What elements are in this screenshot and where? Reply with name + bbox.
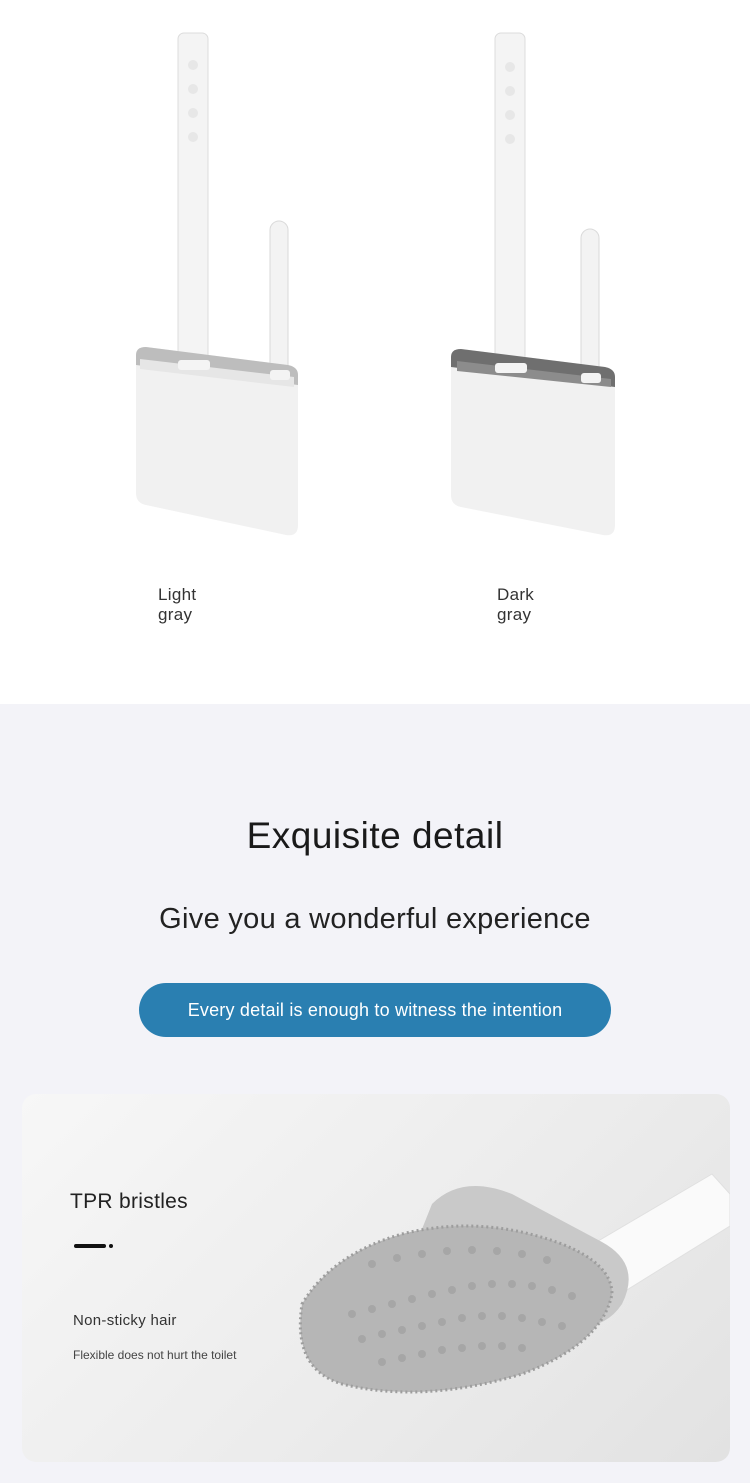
divider-dash	[74, 1244, 106, 1248]
variant-label-light-gray[interactable]: Light gray	[158, 585, 218, 625]
section-title: Exquisite detail	[246, 815, 504, 856]
moon-icon	[579, 577, 586, 591]
product-image-dark-gray	[435, 25, 635, 545]
feature-heading: TPR bristles	[70, 1190, 188, 1213]
feature-description: Flexible does not hurt the toilet	[73, 1348, 237, 1362]
moon-icon	[240, 577, 247, 591]
color-options-section: Light gray Dark gray	[0, 0, 750, 704]
intention-pill-button[interactable]: Every detail is enough to witness the in…	[139, 983, 611, 1037]
variant-label-dark-gray[interactable]: Dark gray	[497, 585, 557, 625]
pill-label: Every detail is enough to witness the in…	[187, 999, 563, 1020]
brush-head-image	[298, 1173, 730, 1394]
feature-card: TPR bristles Non-sticky hair Flexible do…	[22, 1094, 730, 1462]
section-subtitle: Give you a wonderful experience	[159, 903, 591, 935]
feature-subheading: Non-sticky hair	[73, 1312, 177, 1329]
product-image-light-gray	[120, 25, 320, 545]
divider-dot	[109, 1244, 113, 1248]
